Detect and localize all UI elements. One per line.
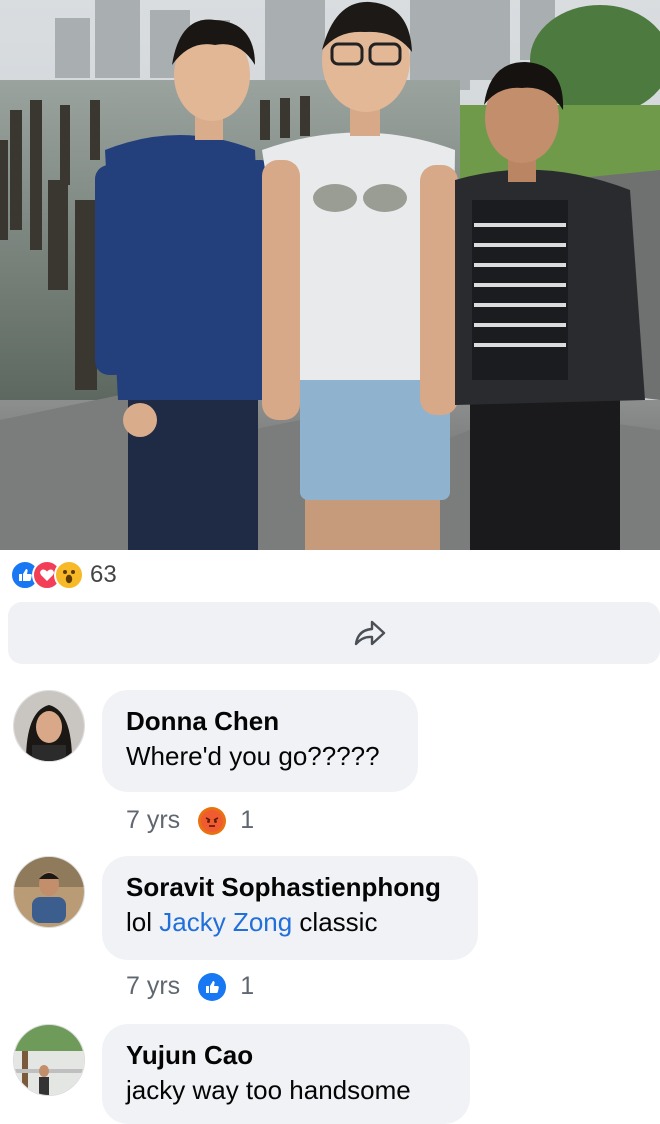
share-icon[interactable] [353,618,387,648]
comment-text-prefix: lol [126,907,160,937]
action-bar [8,602,660,664]
post-photo[interactable] [0,0,660,550]
angry-icon [198,806,227,835]
like-icon [198,972,227,1001]
reaction-count: 63 [90,561,117,588]
comment-author[interactable]: Soravit Sophastienphong [126,870,454,904]
comment-bubble[interactable]: Donna Chen Where'd you go????? [102,690,418,792]
comment-text: lol Jacky Zong classic [126,904,454,940]
comment-time[interactable]: 7 yrs [126,972,180,1001]
avatar[interactable] [13,1024,85,1096]
avatar[interactable] [13,856,85,928]
comment-bubble[interactable]: Yujun Cao jacky way too handsome [102,1024,470,1124]
avatar[interactable] [13,690,85,762]
comment-text-suffix: classic [292,907,378,937]
reaction-summary[interactable]: 63 [10,558,117,592]
comment-bubble[interactable]: Soravit Sophastienphong lol Jacky Zong c… [102,856,478,960]
comment-meta: 7 yrs 1 [126,972,254,1001]
comment-author[interactable]: Donna Chen [126,704,394,738]
comment-text: jacky way too handsome [126,1075,411,1105]
comment-reaction-count[interactable]: 1 [240,806,254,835]
comment-text: Where'd you go????? [126,741,380,771]
comment-reaction-count[interactable]: 1 [240,972,254,1001]
wow-icon [54,560,84,590]
comment-author[interactable]: Yujun Cao [126,1038,446,1072]
mention-link[interactable]: Jacky Zong [159,907,292,937]
comment-meta: 7 yrs 1 [126,806,254,835]
comment-time[interactable]: 7 yrs [126,806,180,835]
